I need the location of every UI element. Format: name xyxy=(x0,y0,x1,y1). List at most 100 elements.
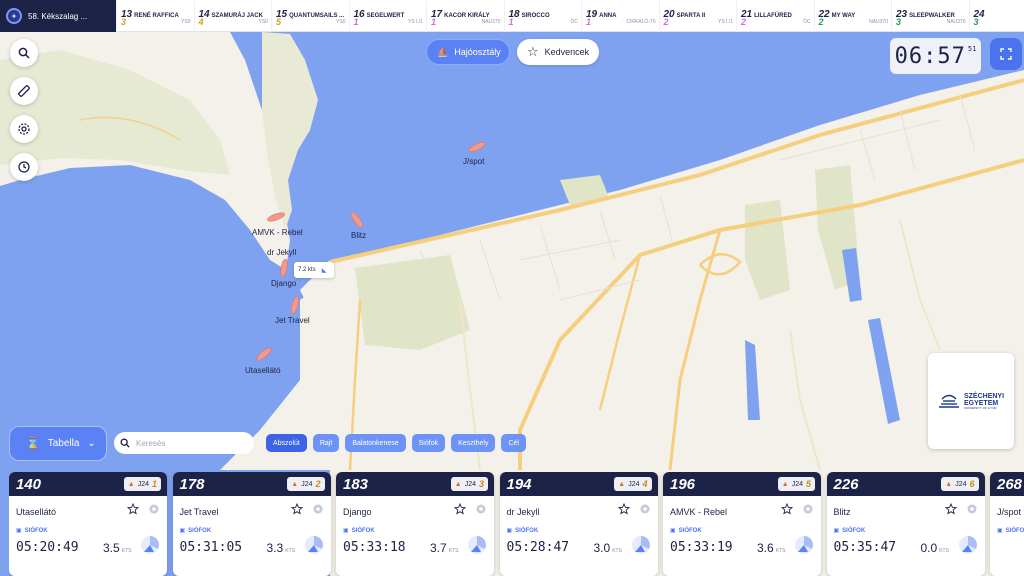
ranking-cell[interactable]: 15 QUANTUMSAILS ... 5 YS0 xyxy=(271,0,349,32)
boat-name: Jet Travel xyxy=(179,507,219,517)
target-icon[interactable] xyxy=(312,503,324,515)
card-header: 140 ▲ J24 1 xyxy=(9,472,167,496)
ranking-cell[interactable]: 23 SLEEPWALKER 3 NAU370 xyxy=(891,0,969,32)
checkpoint-name: SIÓFOK xyxy=(842,527,866,534)
ranking-cell[interactable]: 16 SEGELWERT 1 YS I./1 xyxy=(348,0,427,32)
boat-search-input[interactable]: Keresés xyxy=(114,432,254,454)
class-badge: ▲ J24 3 xyxy=(450,477,488,491)
boat-card[interactable]: 194 ▲ J24 4 dr Jekyll ▣ SIÓFOK 05:28:47 3.0 KTS xyxy=(499,472,658,576)
sail-number: 196 xyxy=(670,476,696,493)
ranking-cell[interactable]: 19 ANNA 1 CIRKÁLÓ-70 xyxy=(581,0,659,32)
race-logo-icon: ✦ xyxy=(6,8,22,24)
speed-value: 3.3 xyxy=(266,541,284,555)
boat-label[interactable]: dr Jekyll xyxy=(267,248,296,257)
filter-chip[interactable]: Abszolút xyxy=(266,434,307,452)
class-name: J24 xyxy=(791,480,803,488)
race-selector[interactable]: ✦ 58. Kékszalag ... xyxy=(0,0,116,32)
ranking-class-position: 3 xyxy=(896,17,902,27)
favorites-label: Kedvencek xyxy=(544,47,590,57)
flame-icon: ▲ xyxy=(454,480,462,488)
ranking-cell[interactable]: 13 RENÉ RAFFICA 3 YS0 xyxy=(116,0,194,32)
target-icon[interactable] xyxy=(802,503,814,515)
boat-icon: ⛵ xyxy=(437,46,449,57)
boat-card[interactable]: 178 ▲ J24 2 Jet Travel ▣ SIÓFOK 05:31:05 3.3 KTS xyxy=(172,472,331,576)
checkpoint-name: SIÓFOK xyxy=(515,527,539,534)
heading-dial-icon xyxy=(631,536,650,554)
target-icon[interactable] xyxy=(639,503,651,515)
filter-chip[interactable]: Keszthely xyxy=(451,434,496,452)
checkpoint-icon: ▣ xyxy=(506,528,513,534)
boat-label[interactable]: Blitz xyxy=(351,231,366,240)
boat-speed: 3.6 KTS xyxy=(757,541,785,555)
ruler-icon xyxy=(18,85,30,97)
star-icon[interactable] xyxy=(290,503,303,515)
boat-label[interactable]: J/spot xyxy=(463,157,484,166)
heading-dial-icon xyxy=(141,536,159,554)
settings-button[interactable] xyxy=(10,115,38,143)
star-icon[interactable] xyxy=(781,503,793,515)
filter-chip[interactable]: Rajt xyxy=(312,434,340,452)
gear-icon xyxy=(18,123,30,135)
boat-card[interactable]: 226 ▲ J24 6 Blitz ▣ SIÓFOK 05:35:47 0.0 KTS xyxy=(826,472,985,576)
sponsor-logo[interactable]: SZÉCHENYI EGYETEM UNIVERSITY OF GYŐR xyxy=(928,353,1014,449)
class-badge: ▲ J24 1 xyxy=(123,477,161,491)
ranking-cell[interactable]: 14 SZAMURÁJ JACK 4 YS0 xyxy=(193,0,272,32)
boat-label[interactable]: Jet Travel xyxy=(275,316,310,325)
boat-label[interactable]: AMVK - Rebel xyxy=(252,228,303,237)
boat-card[interactable]: 140 ▲ J24 1 Utasellátó ▣ SIÓFOK 05:20:49 3.5 KTS xyxy=(9,472,167,576)
flame-icon: ▲ xyxy=(291,480,299,488)
boat-speed: 3.0 KTS xyxy=(594,541,622,555)
target-icon[interactable] xyxy=(148,503,160,515)
filter-chip[interactable]: Balatonkenese xyxy=(345,434,406,452)
target-icon[interactable] xyxy=(966,503,978,515)
heading-dial-icon xyxy=(795,536,813,554)
checkpoint-label: ▣SIÓFOK xyxy=(16,527,48,535)
checkpoint-icon: ▣ xyxy=(833,528,840,534)
elapsed-time: 05:31:05 xyxy=(179,540,243,555)
star-icon[interactable] xyxy=(454,503,466,515)
history-button[interactable] xyxy=(10,153,38,181)
table-toggle-button[interactable]: ⌛ Tabella ⌄ xyxy=(9,426,107,461)
ranking-class-position: 1 xyxy=(353,17,359,27)
speed-tooltip-value: 7.2 kts xyxy=(298,267,316,273)
search-button[interactable] xyxy=(10,39,38,67)
boat-label[interactable]: Utasellátó xyxy=(245,366,281,375)
ranking-cell[interactable]: 21 LILLAFÜRED 2 ÖC xyxy=(736,0,814,32)
ranking-cell[interactable]: 17 KACOR KIRÁLY 1 NAU370 xyxy=(426,0,504,32)
star-icon[interactable] xyxy=(617,503,630,515)
race-clock: 06:57 51 xyxy=(890,38,981,74)
card-header: 183 ▲ J24 3 xyxy=(336,472,494,496)
checkpoint-label: ▣SIÓFOK xyxy=(180,527,212,535)
ranking-class-position: 2 xyxy=(818,17,824,27)
sail-number: 226 xyxy=(833,476,859,493)
boat-card[interactable]: 183 ▲ J24 3 Django ▣ SIÓFOK 05:33:18 3.7 KTS xyxy=(336,472,494,576)
elapsed-time: 05:35:47 xyxy=(833,540,897,555)
boat-label[interactable]: Django xyxy=(271,279,296,288)
ranking-boat-name: MY WAY xyxy=(831,13,856,19)
ranking-cell[interactable]: 22 MY WAY 2 NAU370 xyxy=(813,0,892,32)
boat-name: AMVK - Rebel xyxy=(670,507,728,517)
ranking-class: YS0 xyxy=(181,19,191,25)
search-icon xyxy=(120,438,130,448)
sail-number: 194 xyxy=(506,476,532,493)
ranking-cell[interactable]: 18 SIROCCO 1 ÖC xyxy=(503,0,582,32)
fullscreen-button[interactable] xyxy=(990,38,1022,70)
star-icon[interactable] xyxy=(127,503,139,515)
measure-button[interactable] xyxy=(10,77,38,105)
sail-number: 268 xyxy=(997,476,1023,493)
boat-class-button[interactable]: ⛵ Hajóosztály xyxy=(426,39,510,65)
checkpoint-label: ▣SIÓFOK xyxy=(343,527,375,535)
boat-card[interactable]: 268 J/spot ▣SIÓFOK xyxy=(990,472,1024,576)
favorites-button[interactable]: ☆ Kedvencek xyxy=(517,39,599,65)
speed-unit: KTS xyxy=(448,548,459,554)
filter-chip[interactable]: Cél xyxy=(501,434,526,452)
star-icon[interactable] xyxy=(944,503,957,515)
ranking-cell[interactable]: 20 SPARTA II 2 YS I./1 xyxy=(658,0,737,32)
hourglass-icon: ⌛ xyxy=(26,438,40,450)
ranking-ribbon: ✦ 58. Kékszalag ... 1 3 RENÉ RAFFICA 3 YS0 1 4… xyxy=(0,0,1024,32)
ranking-boat-name: LILLAFÜRED xyxy=(754,13,792,19)
filter-chip[interactable]: Siófok xyxy=(411,434,446,452)
ranking-cell[interactable]: 24 3 xyxy=(968,0,1024,32)
boat-card[interactable]: 196 ▲ J24 5 AMVK - Rebel ▣ SIÓFOK 05:33:19 3.6 KT… xyxy=(663,472,821,576)
target-icon[interactable] xyxy=(475,503,487,515)
